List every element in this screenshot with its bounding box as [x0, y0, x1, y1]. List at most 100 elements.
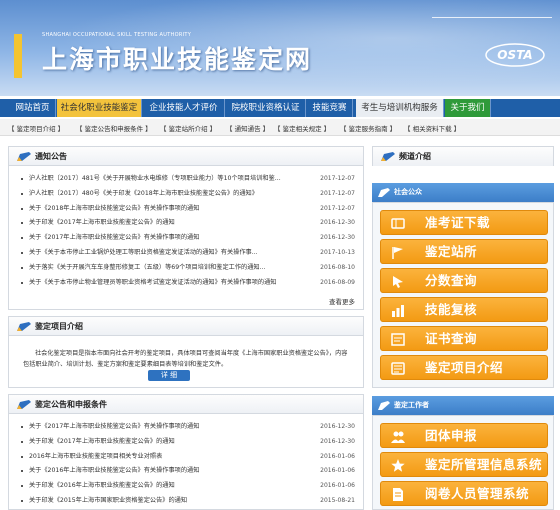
station-management-system-button[interactable]: 鉴定所管理信息系统	[380, 452, 548, 477]
group-application-label: 团体申报	[425, 428, 478, 443]
notice-item-date: 2017-12-07	[320, 204, 355, 212]
notice-item-title[interactable]: 关于《2018年上海市职业技能鉴定公告》有关操作事项的通知	[29, 202, 287, 217]
pen-icon	[17, 400, 31, 409]
bullet-icon	[21, 455, 23, 458]
notice-item[interactable]: 关于《关于本市停止工业锅炉处理工等职业资格鉴定发证活动的通知》有关操作事... 2…	[21, 246, 355, 261]
nav-college-qualification[interactable]: 院校职业资格认证	[226, 99, 306, 117]
nav-home[interactable]: 网站首页	[10, 99, 56, 117]
nav-examinee-service[interactable]: 考生与培训机构服务	[356, 99, 444, 117]
banner-decoration-line	[432, 8, 552, 18]
bullet-icon	[21, 207, 23, 210]
group-icon	[391, 431, 405, 443]
subnav-item[interactable]: 【 鉴定项目介绍 】	[8, 123, 64, 133]
group-application-button[interactable]: 团体申报	[380, 423, 548, 448]
notice-item[interactable]: 关于《2017年上海市职业技能鉴定公告》有关操作事项的通知 2016-12-30	[21, 231, 355, 246]
appraisal-station-button[interactable]: 鉴定站所	[380, 239, 548, 264]
notice-item[interactable]: 关于《关于本市停止物业管理员等职业资格考试鉴定发证活动的通知》有关操作事项的通知…	[21, 276, 355, 291]
nav-social-skill-appraisal[interactable]: 社会化职业技能鉴定	[57, 99, 142, 117]
osta-logo-text: OSTA	[497, 48, 532, 62]
notice-item-title[interactable]: 关于落实《关于开展汽车车身整形修复工（五级）等69个项目培训和鉴定工作的通知..…	[29, 261, 287, 276]
bullet-icon	[21, 178, 23, 180]
notice-item[interactable]: 关于《2018年上海市职业技能鉴定公告》有关操作事项的通知 2017-12-07	[21, 202, 355, 217]
notice-item-title[interactable]: 关于《2017年上海市职业技能鉴定公告》有关操作事项的通知	[29, 231, 287, 246]
bullet-icon	[21, 499, 23, 502]
notice-item[interactable]: 关于落实《关于开展汽车车身整形修复工（五级）等69个项目培训和鉴定工作的通知..…	[21, 261, 355, 276]
notice-more-link[interactable]: 查看更多	[329, 296, 355, 306]
pen-icon	[381, 152, 395, 161]
notice-item-date: 2016-08-10	[320, 263, 355, 271]
nav-about-us[interactable]: 关于我们	[445, 99, 491, 117]
appraisal-project-intro-button[interactable]: 鉴定项目介绍	[380, 355, 548, 380]
bullet-icon	[21, 222, 23, 225]
subnav-item[interactable]: 【 鉴定相关规定 】	[274, 123, 330, 133]
subnav-label: 鉴定站所介绍	[168, 125, 208, 133]
announcement-item[interactable]: 关于《2017年上海市职业技能鉴定公告》有关操作事项的通知 2016-12-30	[21, 420, 355, 435]
notice-item-date: 2017-12-07	[320, 189, 355, 197]
appraisal-station-label: 鉴定站所	[425, 244, 478, 259]
nav-enterprise-talent-evaluation[interactable]: 企业技能人才评价	[143, 99, 225, 117]
bullet-icon	[21, 266, 23, 269]
notice-item[interactable]: 关于印发《2017年上海市职业技能鉴定公告》的通知 2016-12-30	[21, 216, 355, 231]
notice-item-title[interactable]: 沪人社职〔2017〕480号《关于印发《2018年上海市职业技能鉴定公告》的通知…	[29, 187, 287, 202]
subnav-item[interactable]: 【 鉴定公告和申报条件 】	[76, 123, 152, 133]
announcement-item-title[interactable]: 关于印发《2016年上海市职业技能鉴定公告》的通知	[29, 479, 287, 494]
document-icon	[393, 488, 403, 501]
skill-review-label: 技能复核	[425, 302, 478, 317]
channel-intro-title: 频道介绍	[399, 152, 431, 161]
bullet-icon	[21, 470, 23, 473]
score-query-button[interactable]: 分数查询	[380, 268, 548, 293]
subnav-item[interactable]: 【 鉴定服务指南 】	[340, 123, 396, 133]
announcement-item-title[interactable]: 关于《2017年上海市职业技能鉴定公告》有关操作事项的通知	[29, 420, 287, 435]
announcement-item[interactable]: 2016年上海市职业技能鉴定项目相关专业对照表 2016-01-06	[21, 450, 355, 465]
announcement-item-title[interactable]: 关于印发《2015年上海市国家职业资格鉴定公告》的通知	[29, 494, 287, 509]
notice-item-date: 2016-08-09	[320, 278, 355, 286]
subnav-item[interactable]: 【 相关资料下载 】	[404, 123, 460, 133]
sub-nav: 【 鉴定项目介绍 】 【 鉴定公告和申报条件 】 【 鉴定站所介绍 】 【 通知…	[0, 119, 560, 136]
subnav-item[interactable]: 【 通知通告 】	[226, 123, 269, 133]
announcement-header: 鉴定公告和申报条件	[9, 395, 363, 414]
announcement-item-title[interactable]: 关于《2016年上海市职业技能鉴定公告》有关操作事项的通知	[29, 464, 287, 479]
public-section-title: 社会公众	[394, 188, 422, 196]
notice-item-title[interactable]: 关于《关于本市停止工业锅炉处理工等职业资格鉴定发证活动的通知》有关操作事...	[29, 246, 287, 261]
announcement-item-date: 2016-01-06	[320, 452, 355, 460]
nav-skill-competition[interactable]: 技能竞赛	[307, 99, 353, 117]
subnav-label: 鉴定公告和申报条件	[84, 125, 144, 133]
announcement-item[interactable]: 关于印发《2015年上海市国家职业资格鉴定公告》的通知 2015-08-21	[21, 494, 355, 509]
notice-item-title[interactable]: 沪人社职〔2017〕481号《关于开展物业水电维修（专项职业能力）等10个项目培…	[29, 172, 287, 187]
cursor-icon	[393, 276, 403, 288]
admission-ticket-download-label: 准考证下载	[425, 215, 491, 230]
worker-section-title: 鉴定工作者	[394, 401, 429, 409]
notice-item-title[interactable]: 关于《关于本市停止物业管理员等职业资格考试鉴定发证活动的通知》有关操作事项的通知	[29, 276, 287, 291]
announcement-item-title[interactable]: 关于印发《2017年上海市职业技能鉴定公告》的通知	[29, 435, 287, 450]
certificate-query-button[interactable]: 证书查询	[380, 326, 548, 351]
announcement-item-date: 2016-01-06	[320, 482, 355, 490]
notice-panel: 通知公告 沪人社职〔2017〕481号《关于开展物业水电维修（专项职业能力）等1…	[8, 146, 364, 310]
notice-item-date: 2017-12-07	[320, 175, 355, 182]
announcement-item-title[interactable]: 2016年上海市职业技能鉴定项目相关专业对照表	[29, 450, 287, 465]
bullet-icon	[21, 281, 23, 284]
bullet-icon	[21, 192, 23, 195]
notice-item-title[interactable]: 关于印发《2017年上海市职业技能鉴定公告》的通知	[29, 216, 287, 231]
notice-item[interactable]: 沪人社职〔2017〕480号《关于印发《2018年上海市职业技能鉴定公告》的通知…	[21, 187, 355, 202]
subnav-label: 鉴定项目介绍	[16, 125, 56, 133]
project-intro-title: 鉴定项目介绍	[35, 322, 83, 331]
main-nav: 网站首页 社会化职业技能鉴定 企业技能人才评价 院校职业资格认证 技能竞赛 考生…	[0, 99, 560, 117]
pen-icon	[378, 401, 390, 410]
score-query-label: 分数查询	[425, 273, 478, 288]
detail-button[interactable]: 详 细	[148, 370, 190, 381]
star-icon	[391, 459, 405, 472]
subnav-label: 通知通告	[234, 125, 261, 133]
station-management-system-label: 鉴定所管理信息系统	[425, 457, 543, 472]
appraisal-project-intro-label: 鉴定项目介绍	[425, 360, 504, 375]
skill-review-button[interactable]: 技能复核	[380, 297, 548, 322]
announcement-item[interactable]: 关于印发《2016年上海市职业技能鉴定公告》的通知 2016-01-06	[21, 479, 355, 494]
announcement-item[interactable]: 关于印发《2017年上海市职业技能鉴定公告》的通知 2016-12-30	[21, 435, 355, 450]
flag-icon	[392, 247, 403, 259]
marker-management-system-button[interactable]: 阅卷人员管理系统	[380, 481, 548, 506]
notice-item-date: 2016-12-30	[320, 234, 355, 242]
notice-item[interactable]: 沪人社职〔2017〕481号《关于开展物业水电维修（专项职业能力）等10个项目培…	[21, 172, 355, 187]
announcement-item[interactable]: 关于《2016年上海市职业技能鉴定公告》有关操作事项的通知 2016-01-06	[21, 464, 355, 479]
admission-ticket-download-button[interactable]: 准考证下载	[380, 210, 548, 235]
subnav-item[interactable]: 【 鉴定站所介绍 】	[160, 123, 216, 133]
bullet-icon	[21, 426, 23, 428]
